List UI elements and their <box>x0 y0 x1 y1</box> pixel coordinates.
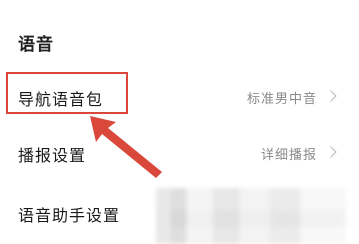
voice-settings-screen: 语音 导航语音包 标准男中音 播报设置 详细播报 语音助手设置 <box>0 0 359 244</box>
row-value: 标准男中音 <box>246 92 317 107</box>
row-label: 播报设置 <box>18 146 87 165</box>
annotation-highlight-box <box>6 72 128 114</box>
section-title: 语音 <box>18 35 54 55</box>
chevron-right-icon <box>325 90 337 102</box>
row-label: 语音助手设置 <box>18 206 121 225</box>
chevron-right-icon <box>325 146 337 158</box>
row-value: 详细播报 <box>260 148 317 163</box>
blurred-region <box>156 188 346 244</box>
annotation-arrow-icon <box>90 116 162 178</box>
settings-row-broadcast-settings[interactable]: 播报设置 详细播报 <box>0 126 359 184</box>
